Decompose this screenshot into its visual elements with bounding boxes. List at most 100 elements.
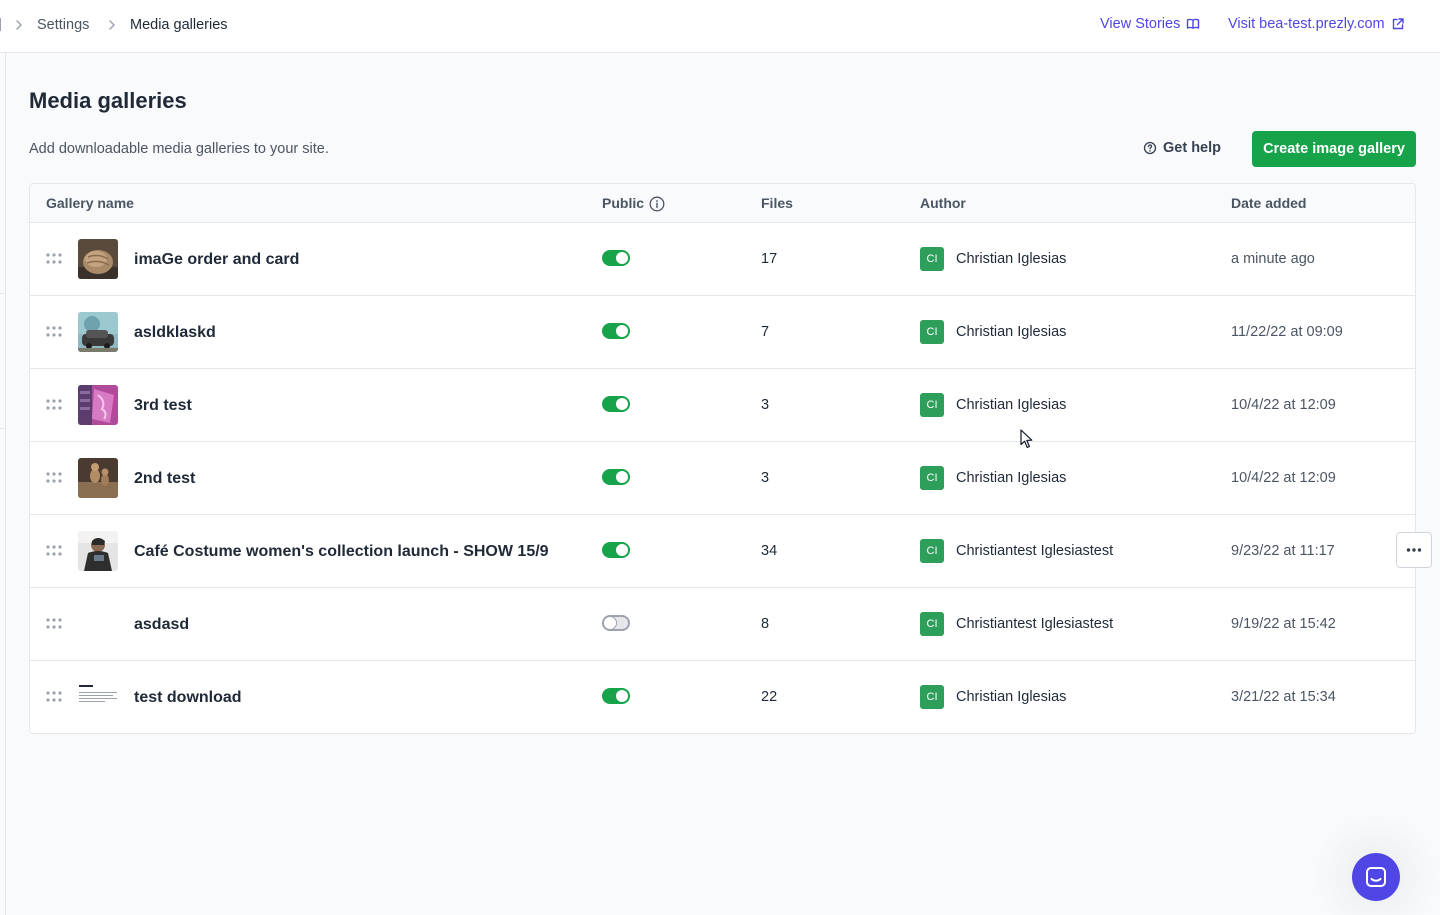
chevron-right-icon bbox=[107, 17, 117, 33]
toggle-knob bbox=[616, 398, 628, 410]
public-toggle[interactable] bbox=[602, 250, 630, 266]
author-name: Christian Iglesias bbox=[956, 689, 1067, 705]
table-row[interactable]: asldklaskd 7 CI Christian Iglesias 11/22… bbox=[30, 296, 1415, 369]
get-help-button[interactable]: Get help bbox=[1143, 140, 1221, 156]
date-added: 10/4/22 at 12:09 bbox=[1231, 470, 1336, 486]
public-toggle[interactable] bbox=[602, 323, 630, 339]
create-image-gallery-button[interactable]: Create image gallery bbox=[1252, 131, 1416, 167]
gallery-name[interactable]: 2nd test bbox=[134, 469, 195, 488]
gallery-name[interactable]: 3rd test bbox=[134, 396, 192, 415]
book-open-icon bbox=[1186, 17, 1200, 31]
table-row[interactable]: imaGe order and card 17 CI Christian Igl… bbox=[30, 223, 1415, 296]
toggle-knob bbox=[616, 544, 628, 556]
page-title: Media galleries bbox=[29, 88, 187, 113]
public-toggle[interactable] bbox=[602, 396, 630, 412]
author-name: Christian Iglesias bbox=[956, 470, 1067, 486]
gallery-name[interactable]: imaGe order and card bbox=[134, 250, 299, 269]
date-added: 9/23/22 at 11:17 bbox=[1231, 543, 1335, 559]
drag-handle-icon[interactable] bbox=[46, 691, 62, 702]
column-header-files: Files bbox=[761, 195, 793, 211]
gallery-name[interactable]: asldklaskd bbox=[134, 323, 216, 342]
sidebar-divider bbox=[0, 428, 5, 429]
author-name: Christian Iglesias bbox=[956, 324, 1067, 340]
author-avatar: CI bbox=[920, 247, 944, 271]
files-count: 7 bbox=[761, 324, 770, 340]
gallery-thumbnail bbox=[78, 239, 118, 279]
column-header-name: Gallery name bbox=[46, 195, 134, 211]
date-added: a minute ago bbox=[1231, 251, 1315, 267]
files-count: 22 bbox=[761, 689, 778, 705]
column-header-date: Date added bbox=[1231, 195, 1307, 211]
public-toggle[interactable] bbox=[602, 615, 630, 631]
chat-icon bbox=[1364, 865, 1388, 889]
author-name: Christian Iglesias bbox=[956, 251, 1067, 267]
table-row[interactable]: 3rd test 3 CI Christian Iglesias 10/4/22… bbox=[30, 369, 1415, 442]
external-link-icon bbox=[1391, 17, 1405, 31]
get-help-label: Get help bbox=[1163, 140, 1222, 156]
table-row[interactable]: Café Costume women's collection launch -… bbox=[30, 515, 1432, 588]
public-toggle[interactable] bbox=[602, 688, 630, 704]
date-added: 9/19/22 at 15:42 bbox=[1231, 616, 1336, 632]
info-icon[interactable] bbox=[649, 196, 665, 212]
visit-site-link[interactable]: Visit bea-test.prezly.com bbox=[1228, 15, 1405, 33]
question-circle-icon bbox=[1143, 141, 1157, 155]
galleries-table: Gallery name Public Files Author Date ad… bbox=[29, 183, 1432, 734]
date-added: 11/22/22 at 09:09 bbox=[1231, 324, 1343, 340]
public-toggle[interactable] bbox=[602, 469, 630, 485]
sidebar-edge bbox=[0, 18, 1, 31]
author-avatar: CI bbox=[920, 466, 944, 490]
gallery-thumbnail bbox=[78, 677, 118, 717]
toggle-knob bbox=[616, 252, 628, 264]
row-menu-button[interactable] bbox=[1396, 532, 1432, 568]
gallery-name[interactable]: asdasd bbox=[134, 615, 189, 634]
author-avatar: CI bbox=[920, 393, 944, 417]
drag-handle-icon[interactable] bbox=[46, 472, 62, 483]
column-header-public: Public bbox=[602, 195, 665, 212]
toggle-knob bbox=[616, 690, 628, 702]
drag-handle-icon[interactable] bbox=[46, 399, 62, 410]
author-name: Christian Iglesias bbox=[956, 397, 1067, 413]
toggle-knob bbox=[616, 471, 628, 483]
gallery-name[interactable]: Café Costume women's collection launch -… bbox=[134, 542, 549, 561]
author-avatar: CI bbox=[920, 612, 944, 636]
table-header: Gallery name Public Files Author Date ad… bbox=[30, 184, 1415, 223]
files-count: 34 bbox=[761, 543, 778, 559]
top-bar: Settings Media galleries View Stories Vi… bbox=[0, 0, 1440, 53]
table-row[interactable]: test download 22 CI Christian Iglesias 3… bbox=[30, 661, 1415, 734]
breadcrumb-settings[interactable]: Settings bbox=[37, 16, 89, 34]
public-toggle[interactable] bbox=[602, 542, 630, 558]
toggle-knob bbox=[604, 617, 616, 629]
column-header-author: Author bbox=[920, 195, 966, 211]
gallery-thumbnail bbox=[78, 531, 118, 571]
gallery-thumbnail bbox=[78, 385, 118, 425]
author-name: Christiantest Iglesiastest bbox=[956, 616, 1114, 632]
drag-handle-icon[interactable] bbox=[46, 545, 62, 556]
table-row[interactable]: asdasd 8 CI Christiantest Iglesiastest 9… bbox=[30, 588, 1415, 661]
sidebar-divider bbox=[5, 53, 6, 915]
date-added: 10/4/22 at 12:09 bbox=[1231, 397, 1336, 413]
column-header-public-label: Public bbox=[602, 195, 645, 211]
visit-site-label: Visit bea-test.prezly.com bbox=[1228, 16, 1385, 32]
drag-handle-icon[interactable] bbox=[46, 618, 62, 629]
page-description: Add downloadable media galleries to your… bbox=[29, 141, 329, 157]
author-name: Christiantest Iglesiastest bbox=[956, 543, 1114, 559]
author-avatar: CI bbox=[920, 539, 944, 563]
breadcrumb-current: Media galleries bbox=[130, 17, 228, 33]
author-avatar: CI bbox=[920, 320, 944, 344]
toggle-knob bbox=[616, 325, 628, 337]
chat-launcher-button[interactable] bbox=[1352, 853, 1400, 901]
files-count: 8 bbox=[761, 616, 770, 632]
view-stories-label: View Stories bbox=[1100, 16, 1181, 32]
table-row[interactable]: 2nd test 3 CI Christian Iglesias 10/4/22… bbox=[30, 442, 1415, 515]
drag-handle-icon[interactable] bbox=[46, 326, 62, 337]
more-horizontal-icon bbox=[1406, 548, 1422, 552]
gallery-name[interactable]: test download bbox=[134, 688, 242, 707]
files-count: 3 bbox=[761, 470, 770, 486]
sidebar-divider bbox=[0, 293, 5, 294]
files-count: 3 bbox=[761, 397, 770, 413]
chevron-right-icon bbox=[14, 17, 24, 33]
date-added: 3/21/22 at 15:34 bbox=[1231, 689, 1336, 705]
drag-handle-icon[interactable] bbox=[46, 253, 62, 264]
author-avatar: CI bbox=[920, 685, 944, 709]
view-stories-link[interactable]: View Stories bbox=[1100, 15, 1200, 33]
